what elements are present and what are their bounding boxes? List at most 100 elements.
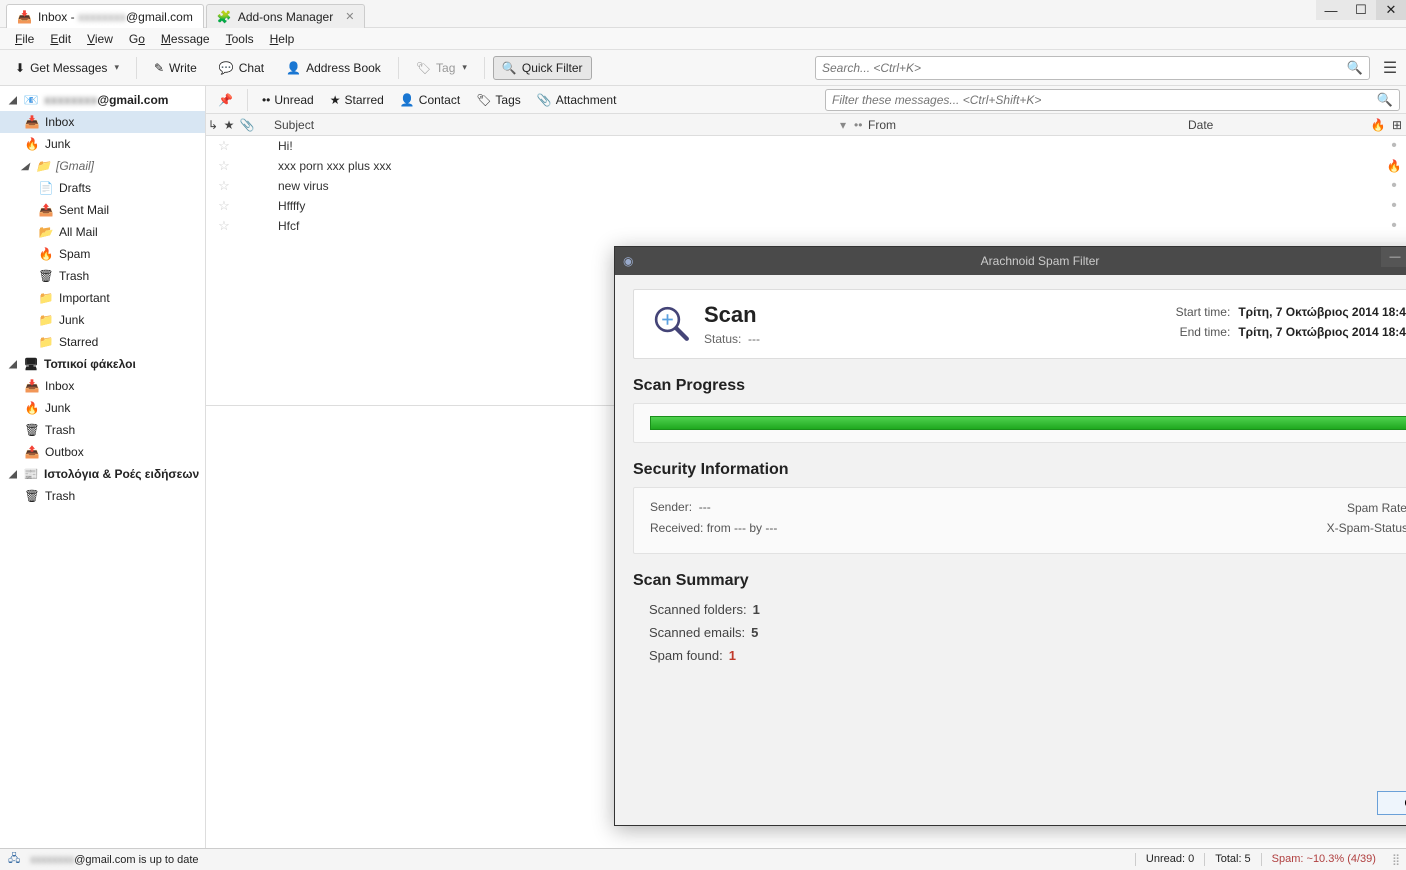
sidebar-item-drafts[interactable]: 📄Drafts	[0, 177, 205, 199]
search-input[interactable]	[822, 61, 1347, 75]
filter-attachment[interactable]: 📎Attachment	[531, 90, 623, 110]
separator	[484, 57, 485, 79]
sidebar-item-inbox2[interactable]: 📥Inbox	[0, 375, 205, 397]
addon-icon: 🧩	[217, 10, 232, 24]
filter-starred[interactable]: ★Starred	[324, 90, 390, 110]
star-icon[interactable]: ☆	[206, 178, 242, 194]
sidebar-item-trash3[interactable]: 🗑Trash	[0, 485, 205, 507]
menu-help[interactable]: Help	[263, 30, 302, 48]
sidebar-item-allmail[interactable]: 📂All Mail	[0, 221, 205, 243]
get-messages-button[interactable]: ⬇ Get Messages ▾	[6, 56, 128, 80]
message-row[interactable]: ☆Hi!•	[206, 136, 1406, 156]
menu-view[interactable]: View	[80, 30, 120, 48]
search-box[interactable]: 🔍	[815, 56, 1370, 80]
menu-edit[interactable]: Edit	[43, 30, 78, 48]
col-star-icon[interactable]: ★	[220, 118, 238, 132]
col-junk-icon[interactable]: 🔥	[1368, 118, 1388, 132]
filter-tags[interactable]: 🏷Tags	[470, 90, 527, 110]
pin-filter-button[interactable]: 📌	[212, 90, 239, 110]
dialog-titlebar[interactable]: ◉ Arachnoid Spam Filter — ☐ ✕	[615, 247, 1406, 275]
sidebar-item-trash[interactable]: 🗑Trash	[0, 265, 205, 287]
col-thread-icon[interactable]: ↳	[206, 118, 220, 132]
sidebar-item-sent[interactable]: 📤Sent Mail	[0, 199, 205, 221]
quick-filter-button[interactable]: 🔍 Quick Filter	[493, 56, 592, 80]
message-subject: Hfcf	[242, 219, 1382, 233]
star-icon[interactable]: ☆	[206, 198, 242, 214]
message-subject: xxx porn xxx plus xxx	[242, 159, 1382, 173]
sidebar-item-starred[interactable]: 📁Starred	[0, 331, 205, 353]
chat-button[interactable]: 💬 Chat	[210, 56, 273, 80]
tag-icon: 🏷	[476, 93, 491, 107]
col-read-icon[interactable]: ••	[854, 118, 868, 132]
menu-tools[interactable]: Tools	[219, 30, 261, 48]
account-row[interactable]: ◢📧xxxxxxxx@gmail.com	[0, 89, 205, 111]
filter-unread[interactable]: ••Unread	[256, 90, 320, 110]
sidebar-item-inbox[interactable]: 📥Inbox	[0, 111, 205, 133]
filter-input[interactable]	[832, 93, 1377, 107]
win-close-button[interactable]: ✕	[1376, 0, 1406, 20]
tab-inbox[interactable]: 📥 Inbox - xxxxxxxx@gmail.com	[6, 4, 204, 28]
pencil-icon: ✎	[154, 61, 164, 75]
sidebar-item-junk3[interactable]: 🔥Junk	[0, 397, 205, 419]
spam-filter-dialog: ◉ Arachnoid Spam Filter — ☐ ✕ Scan Statu…	[614, 246, 1406, 826]
person-icon: 👤	[286, 61, 301, 75]
col-picker-icon[interactable]: ⊞	[1388, 118, 1406, 132]
scan-summary-title: Scan Summary	[633, 572, 1406, 590]
message-row[interactable]: ☆Hffffy•	[206, 196, 1406, 216]
menu-message[interactable]: Message	[154, 30, 217, 48]
win-min-button[interactable]: —	[1316, 0, 1346, 20]
message-row[interactable]: ☆xxx porn xxx plus xxx🔥	[206, 156, 1406, 176]
main-toolbar: ⬇ Get Messages ▾ ✎ Write 💬 Chat 👤 Addres…	[0, 50, 1406, 86]
col-subject[interactable]: Subject	[256, 118, 840, 132]
btn-label: Address Book	[306, 61, 381, 75]
chevron-down-icon[interactable]: ▾	[462, 62, 467, 73]
col-attach-icon[interactable]: 📎	[238, 118, 256, 132]
star-icon[interactable]: ☆	[206, 218, 242, 234]
status-text: xxxxxxxx@gmail.com is up to date	[30, 854, 198, 866]
end-time-value: Τρίτη, 7 Οκτώβριος 2014 18:41:45	[1238, 325, 1406, 339]
security-info-title: Security Information	[633, 461, 1406, 479]
tab-close-icon[interactable]: ✕	[345, 10, 354, 23]
star-icon: ★	[330, 93, 341, 107]
app-menu-button[interactable]: ☰	[1380, 58, 1400, 78]
message-row[interactable]: ☆new virus•	[206, 176, 1406, 196]
sidebar-item-gmail[interactable]: ◢📁[Gmail]	[0, 155, 205, 177]
ok-button[interactable]: OK	[1377, 791, 1406, 815]
sidebar-item-trash2[interactable]: 🗑Trash	[0, 419, 205, 441]
sidebar-item-outbox[interactable]: 📤Outbox	[0, 441, 205, 463]
col-from[interactable]: From	[868, 118, 1188, 132]
start-time-value: Τρίτη, 7 Οκτώβριος 2014 18:41:44	[1238, 305, 1406, 319]
sidebar-item-junk2[interactable]: 📁Junk	[0, 309, 205, 331]
btn-label: Write	[169, 61, 197, 75]
win-max-button[interactable]: ☐	[1346, 0, 1376, 20]
chevron-down-icon[interactable]: ▾	[114, 62, 119, 73]
message-row[interactable]: ☆Hfcf•	[206, 216, 1406, 236]
star-icon[interactable]: ☆	[206, 138, 242, 154]
col-date[interactable]: Date	[1188, 118, 1368, 132]
progress-panel	[633, 403, 1406, 443]
sort-indicator-icon[interactable]: ▾	[840, 118, 854, 132]
tabs-bar: 📥 Inbox - xxxxxxxx@gmail.com 🧩 Add-ons M…	[0, 0, 1406, 28]
scanned-folders-value: 1	[753, 602, 760, 617]
sidebar-item-spam[interactable]: 🔥Spam	[0, 243, 205, 265]
address-book-button[interactable]: 👤 Address Book	[277, 56, 390, 80]
write-button[interactable]: ✎ Write	[145, 56, 206, 80]
star-icon[interactable]: ☆	[206, 158, 242, 174]
filter-messages-box[interactable]: 🔍	[825, 89, 1400, 111]
account-feeds[interactable]: ◢📰Ιστολόγια & Ροές ειδήσεων	[0, 463, 205, 485]
spam-found-label: Spam found:	[649, 648, 723, 663]
tab-addons[interactable]: 🧩 Add-ons Manager ✕	[206, 4, 366, 28]
sidebar-item-junk[interactable]: 🔥Junk	[0, 133, 205, 155]
tag-button[interactable]: 🏷 Tag ▾	[407, 56, 476, 80]
connection-icon[interactable]: 🖧	[8, 850, 20, 869]
search-icon[interactable]: 🔍	[1377, 92, 1393, 108]
menu-go[interactable]: Go	[122, 30, 152, 48]
search-icon[interactable]: 🔍	[1347, 60, 1363, 76]
filter-contact[interactable]: 👤Contact	[394, 90, 466, 110]
account-local[interactable]: ◢🖥Τοπικοί φάκελοι	[0, 353, 205, 375]
sidebar-item-important[interactable]: 📁Important	[0, 287, 205, 309]
resize-grip-icon[interactable]: ⣿	[1386, 853, 1398, 866]
status-value: ---	[748, 332, 760, 346]
dialog-min-button[interactable]: —	[1381, 247, 1406, 267]
menu-file[interactable]: File	[8, 30, 41, 48]
